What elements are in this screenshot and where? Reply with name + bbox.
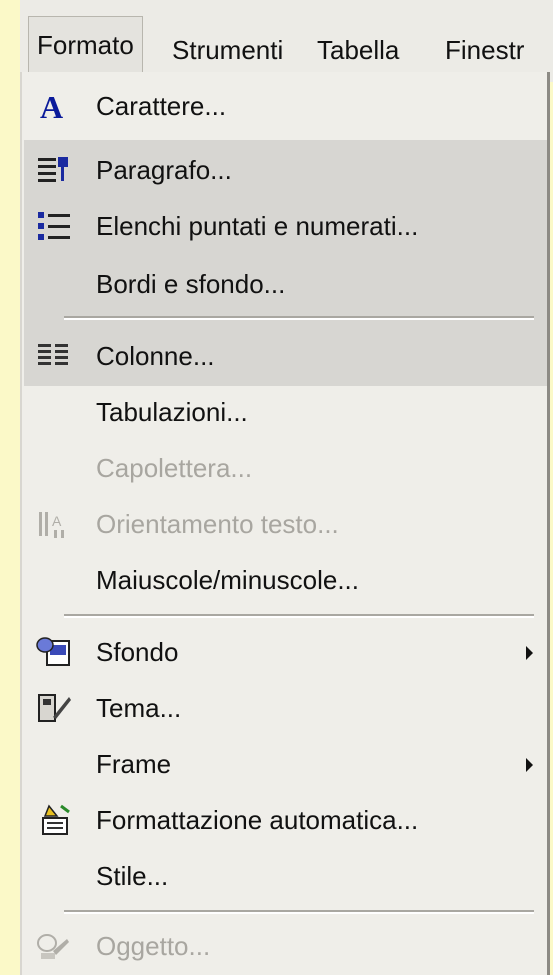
svg-text:A: A — [52, 513, 62, 529]
theme-icon — [32, 688, 76, 728]
menu-item-formattazione-automatica[interactable]: Formattazione automatica... — [22, 792, 547, 848]
menu-item-paragrafo[interactable]: Paragrafo... — [22, 142, 547, 198]
menu-strumenti[interactable]: Strumenti — [172, 28, 283, 72]
menu-separator — [64, 614, 534, 618]
background-icon — [32, 632, 76, 672]
menu-item-label: Tabulazioni... — [96, 397, 248, 427]
menu-item-label: Frame — [96, 749, 172, 779]
menu-item-oggetto: Oggetto... — [22, 918, 547, 974]
autoformat-icon — [32, 800, 76, 840]
object-icon — [32, 926, 76, 966]
menu-item-orientamento-testo: A Orientamento testo... — [22, 496, 547, 552]
svg-text:A: A — [40, 89, 63, 124]
menu-item-label: Capolettera... — [96, 453, 253, 483]
submenu-arrow-icon — [526, 646, 533, 660]
menu-item-bordi[interactable]: Bordi e sfondo... — [22, 256, 547, 312]
menu-item-maiuscole-minuscole[interactable]: Maiuscole/minuscole... — [22, 552, 547, 608]
menu-item-carattere[interactable]: A Carattere... — [22, 78, 547, 134]
menu-item-tabulazioni[interactable]: Tabulazioni... — [22, 384, 547, 440]
menu-tabella-label: Tabella — [317, 35, 400, 65]
menu-finestra-label: Finestr — [445, 35, 525, 65]
columns-icon — [32, 336, 76, 376]
menu-item-tema[interactable]: Tema... — [22, 680, 547, 736]
text-direction-icon: A — [32, 504, 76, 544]
menu-item-label: Formattazione automatica... — [96, 805, 419, 835]
menu-item-elenchi[interactable]: Elenchi puntati e numerati... — [22, 198, 547, 254]
menu-item-capolettera: Capolettera... — [22, 440, 547, 496]
menu-item-label: Elenchi puntati e numerati... — [96, 211, 419, 241]
menu-item-label: Bordi e sfondo... — [96, 269, 286, 299]
font-a-icon: A — [32, 86, 76, 126]
menu-tabella[interactable]: Tabella — [317, 28, 399, 72]
menu-formato[interactable]: Formato — [28, 16, 143, 73]
menu-item-label: Sfondo — [96, 637, 179, 667]
menu-item-label: Maiuscole/minuscole... — [96, 565, 359, 595]
menu-item-label: Colonne... — [96, 341, 215, 371]
submenu-arrow-icon — [526, 758, 533, 772]
menu-item-stile[interactable]: Stile... — [22, 848, 547, 904]
menu-item-label: Paragrafo... — [96, 155, 232, 185]
menu-item-label: Oggetto... — [96, 931, 211, 961]
menu-separator — [64, 316, 534, 320]
paragraph-icon — [32, 150, 76, 190]
menu-formato-label: Formato — [37, 30, 134, 60]
menu-item-label: Stile... — [96, 861, 169, 891]
menu-finestra[interactable]: Finestr — [445, 28, 524, 72]
formato-dropdown-menu: A Carattere... Paragrafo... Elenchi punt… — [20, 72, 550, 975]
menu-bar: Formato Strumenti Tabella Finestr — [20, 0, 553, 82]
menu-item-colonne[interactable]: Colonne... — [22, 328, 547, 384]
menu-item-label: Carattere... — [96, 91, 227, 121]
menu-strumenti-label: Strumenti — [172, 35, 284, 65]
menu-item-label: Tema... — [96, 693, 182, 723]
menu-separator — [64, 910, 534, 914]
menu-item-sfondo[interactable]: Sfondo — [22, 624, 547, 680]
menu-item-label: Orientamento testo... — [96, 509, 339, 539]
bullets-numbering-icon — [32, 206, 76, 246]
menu-item-frame[interactable]: Frame — [22, 736, 547, 792]
